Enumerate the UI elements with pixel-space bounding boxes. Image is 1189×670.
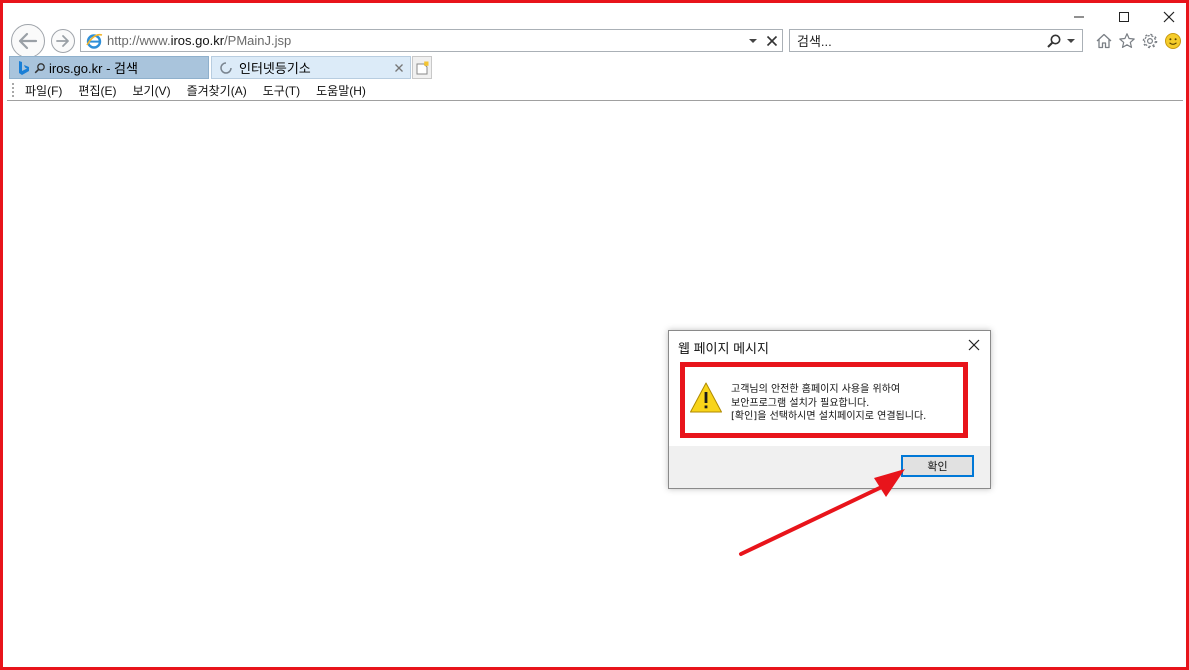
menu-file[interactable]: 파일(F) [25, 82, 62, 99]
bing-icon [19, 60, 29, 75]
tab-iros[interactable]: 인터넷등기소 [211, 56, 411, 79]
menu-edit[interactable]: 편집(E) [78, 82, 116, 99]
home-icon[interactable] [1095, 32, 1113, 50]
minimize-icon [1074, 16, 1084, 18]
forward-button[interactable] [51, 29, 75, 53]
search-icon[interactable] [1046, 33, 1062, 49]
forward-arrow-icon [56, 35, 69, 47]
tab-label: 인터넷등기소 [239, 61, 311, 76]
message-line: [확인]을 선택하시면 설치페이지로 연결됩니다. [731, 411, 927, 422]
smiley-icon[interactable] [1164, 32, 1182, 50]
maximize-icon [1119, 12, 1129, 22]
dialog-close-icon[interactable] [966, 337, 982, 353]
tab-bar: iros.go.kr - 검색 인터넷등기소 [7, 56, 1183, 80]
ok-button[interactable]: 확인 [901, 455, 974, 477]
menu-view[interactable]: 보기(V) [132, 82, 170, 99]
new-tab-button[interactable] [412, 56, 432, 79]
address-url: http://www.iros.go.kr/PMainJ.jsp [107, 33, 292, 48]
menu-favorites[interactable]: 즐겨찾기(A) [187, 82, 247, 99]
ie-logo-icon [86, 33, 103, 49]
message-line: 보안프로그램 설치가 필요합니다. [731, 397, 870, 409]
chevron-down-icon[interactable] [1066, 37, 1076, 45]
tab-label: iros.go.kr - 검색 [49, 61, 138, 76]
address-bar[interactable]: http://www.iros.go.kr/PMainJ.jsp [80, 29, 783, 52]
search-placeholder: 검색... [797, 34, 832, 49]
dialog-title: 웹 페이지 메시지 [678, 341, 769, 356]
close-window-button[interactable] [1147, 6, 1189, 28]
chevron-down-icon[interactable] [748, 37, 758, 45]
dialog-message: 고객님의 안전한 홈페이지 사용을 위하여 보안프로그램 설치가 필요합니다. … [731, 383, 926, 424]
close-tab-icon[interactable] [394, 63, 404, 73]
minimize-button[interactable] [1057, 6, 1101, 28]
search-box[interactable]: 검색... [789, 29, 1083, 52]
search-icon [34, 62, 45, 73]
back-button[interactable] [11, 24, 45, 58]
message-line: 고객님의 안전한 홈페이지 사용을 위하여 [731, 384, 901, 395]
stop-icon[interactable] [766, 35, 778, 47]
gear-icon[interactable] [1141, 32, 1159, 50]
menu-bar: 파일(F) 편집(E) 보기(V) 즐겨찾기(A) 도구(T) 도움말(H) [7, 80, 1183, 101]
toolbar-grip [12, 83, 15, 97]
menu-help[interactable]: 도움말(H) [316, 82, 366, 99]
star-icon[interactable] [1118, 32, 1136, 50]
maximize-button[interactable] [1102, 6, 1146, 28]
menu-tools[interactable]: 도구(T) [263, 82, 300, 99]
warning-icon [690, 382, 722, 413]
close-icon [1163, 11, 1175, 23]
tab-bing-search[interactable]: iros.go.kr - 검색 [9, 56, 209, 79]
loading-spinner-icon [220, 61, 232, 74]
back-arrow-icon [18, 32, 38, 50]
new-tab-icon [416, 61, 429, 74]
